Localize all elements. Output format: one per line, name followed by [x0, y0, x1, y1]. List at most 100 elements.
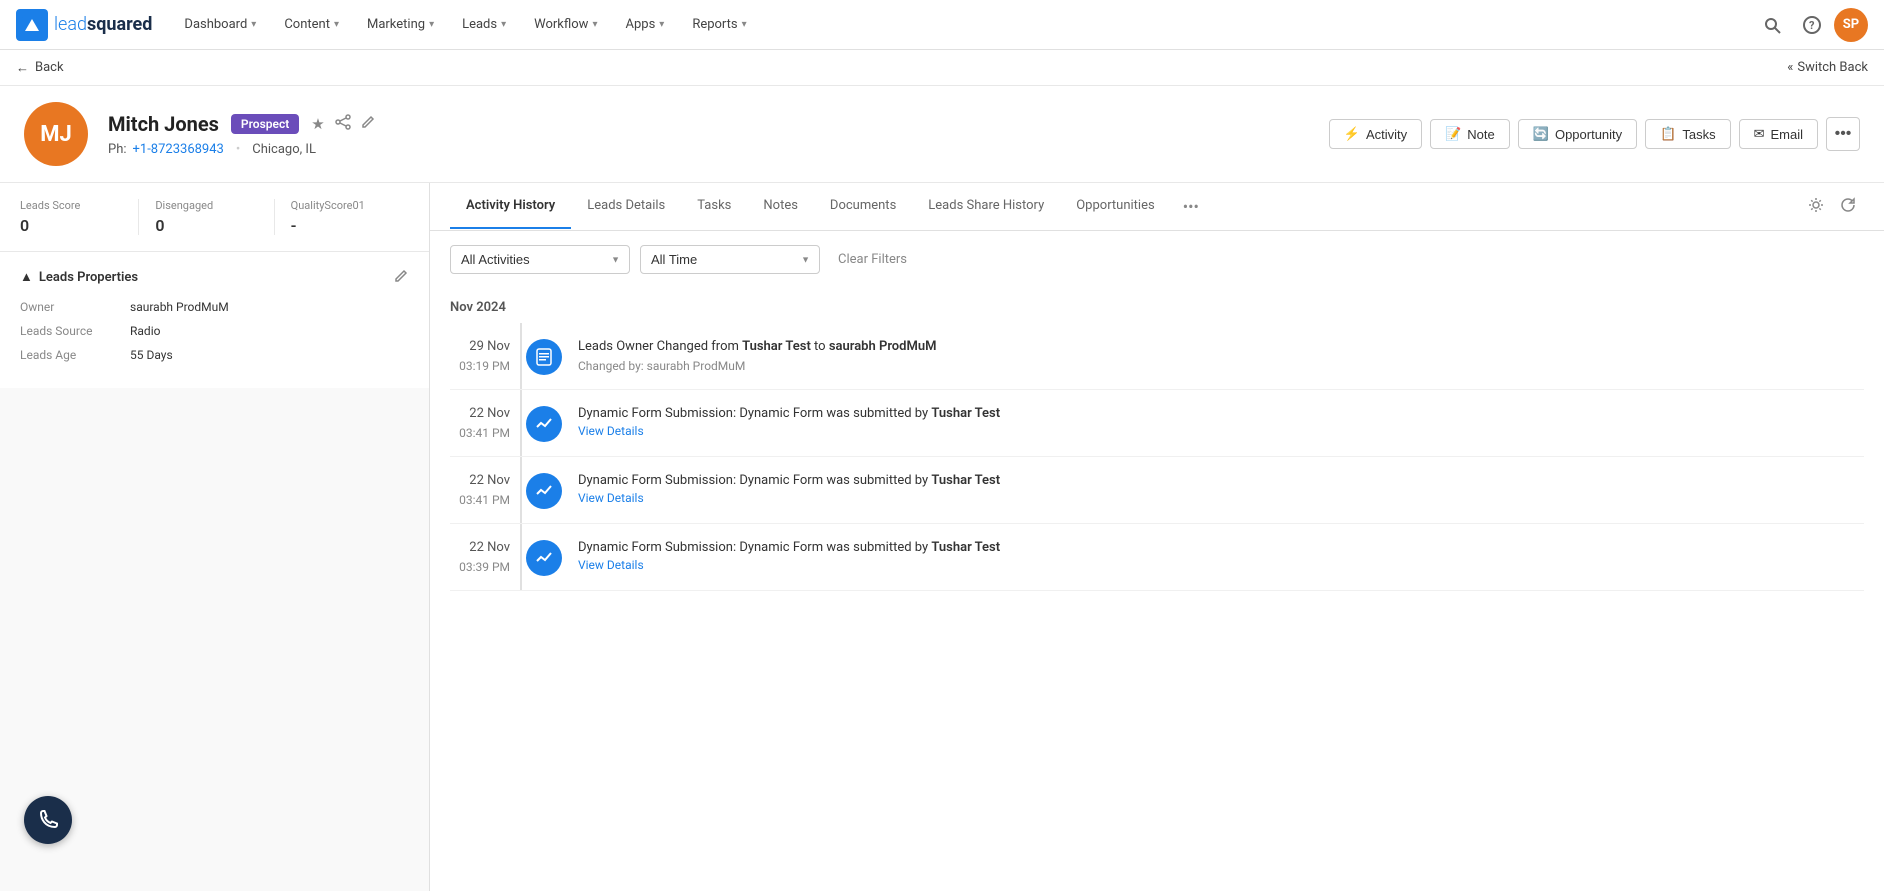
activity-icon-1 [526, 339, 562, 375]
tab-opportunities[interactable]: Opportunities [1060, 184, 1170, 229]
quality-label: QualityScore01 [291, 199, 393, 212]
tabs-bar: Activity History Leads Details Tasks Not… [430, 183, 1884, 231]
properties-title: ▲ Leads Properties [20, 269, 138, 285]
switch-back-label: Switch Back [1797, 60, 1868, 75]
tab-notes[interactable]: Notes [747, 184, 814, 229]
activity-item: 22 Nov 03:41 PM Dynamic Form Submission:… [450, 457, 1864, 524]
time-filter[interactable]: All Time Today This Week This Month [640, 245, 820, 274]
nav-apps[interactable]: Apps ▾ [613, 0, 676, 50]
dashboard-caret: ▾ [251, 19, 256, 30]
tab-leads-details[interactable]: Leads Details [571, 184, 681, 229]
profile-phone[interactable]: +1-8723368943 [133, 142, 224, 157]
activity-date-3: 22 Nov 03:41 PM [450, 471, 510, 509]
separator: • [236, 142, 240, 157]
content-caret: ▾ [334, 19, 339, 30]
email-btn-icon: ✉ [1754, 126, 1765, 142]
filters-bar: All Activities Lead Owner Changed Form S… [430, 231, 1884, 288]
activity-content-3: Dynamic Form Submission: Dynamic Form wa… [578, 471, 1864, 506]
profile-name: Mitch Jones [108, 112, 219, 136]
marketing-caret: ▾ [429, 19, 434, 30]
leads-caret: ▾ [501, 19, 506, 30]
score-leads: Leads Score 0 [20, 199, 139, 235]
main-layout: Leads Score 0 Disengaged 0 QualityScore0… [0, 183, 1884, 891]
owner-value: saurabh ProdMuM [130, 300, 229, 314]
switch-back-button[interactable]: « Switch Back [1787, 60, 1868, 75]
prospect-badge: Prospect [231, 114, 299, 134]
apps-caret: ▾ [659, 19, 664, 30]
nav-workflow[interactable]: Workflow ▾ [522, 0, 609, 50]
settings-icon[interactable] [1804, 193, 1828, 221]
back-button[interactable]: ← Back [16, 60, 64, 76]
tab-leads-share-history[interactable]: Leads Share History [912, 184, 1060, 229]
star-icon[interactable]: ★ [311, 115, 324, 133]
owner-label: Owner [20, 300, 130, 314]
tab-documents[interactable]: Documents [814, 184, 912, 229]
opportunity-button[interactable]: 🔄 Opportunity [1518, 119, 1637, 149]
logo-icon [16, 9, 48, 41]
note-button[interactable]: 📝 Note [1430, 119, 1510, 149]
logo-text: leadsquared [54, 14, 152, 35]
clear-filters-button[interactable]: Clear Filters [830, 248, 915, 271]
view-details-link-2[interactable]: View Details [578, 424, 644, 438]
activity-date-2: 22 Nov 03:41 PM [450, 404, 510, 442]
activity-content-4: Dynamic Form Submission: Dynamic Form wa… [578, 538, 1864, 573]
source-label: Leads Source [20, 324, 130, 338]
view-details-link-3[interactable]: View Details [578, 491, 644, 505]
activity-filter[interactable]: All Activities Lead Owner Changed Form S… [450, 245, 630, 274]
score-quality: QualityScore01 - [291, 199, 409, 235]
help-icon-btn[interactable]: ? [1794, 7, 1830, 43]
properties-header: ▲ Leads Properties [20, 268, 409, 286]
age-value: 55 Days [130, 348, 173, 362]
collapse-icon[interactable]: ▲ [20, 269, 33, 285]
logo[interactable]: leadsquared [16, 9, 152, 41]
age-label: Leads Age [20, 348, 130, 362]
activity-button[interactable]: ⚡ Activity [1329, 119, 1422, 149]
quality-value: - [291, 216, 393, 235]
leads-score-label: Leads Score [20, 199, 122, 212]
switch-back-arrows-icon: « [1787, 60, 1793, 75]
property-source: Leads Source Radio [20, 324, 409, 338]
tab-actions [1800, 193, 1864, 221]
activity-subtitle-1: Changed by: saurabh ProdMuM [578, 359, 1864, 373]
nav-dashboard[interactable]: Dashboard ▾ [172, 0, 268, 50]
profile-header: MJ Mitch Jones Prospect ★ [0, 86, 1884, 183]
tab-tasks[interactable]: Tasks [681, 184, 747, 229]
workflow-caret: ▾ [592, 19, 597, 30]
phone-fab[interactable] [24, 796, 72, 844]
disengaged-value: 0 [155, 216, 257, 235]
property-age: Leads Age 55 Days [20, 348, 409, 362]
activity-item: 22 Nov 03:41 PM Dynamic Form Submission:… [450, 390, 1864, 457]
search-icon-btn[interactable] [1754, 7, 1790, 43]
back-arrow-icon: ← [16, 60, 29, 76]
view-details-link-4[interactable]: View Details [578, 558, 644, 572]
tasks-button[interactable]: 📋 Tasks [1645, 119, 1730, 149]
disengaged-label: Disengaged [155, 199, 257, 212]
tabs-more-button[interactable]: ••• [1179, 183, 1203, 230]
properties-edit-icon[interactable] [395, 268, 409, 286]
activity-title-2: Dynamic Form Submission: Dynamic Form wa… [578, 404, 1864, 424]
edit-icon[interactable] [361, 114, 376, 133]
activity-title-1: Leads Owner Changed from Tushar Test to … [578, 337, 1864, 357]
tasks-btn-icon: 📋 [1660, 126, 1676, 142]
action-buttons: ⚡ Activity 📝 Note 🔄 Opportunity 📋 Tasks … [1329, 117, 1860, 151]
property-owner: Owner saurabh ProdMuM [20, 300, 409, 314]
tab-activity-history[interactable]: Activity History [450, 184, 571, 229]
activity-content-1: Leads Owner Changed from Tushar Test to … [578, 337, 1864, 373]
score-disengaged: Disengaged 0 [155, 199, 274, 235]
leads-properties: ▲ Leads Properties Owner saurabh ProdMuM… [0, 252, 429, 388]
phone-label: Ph: [108, 142, 127, 157]
profile-avatar: MJ [24, 102, 88, 166]
source-value: Radio [130, 324, 160, 338]
nav-leads[interactable]: Leads ▾ [450, 0, 518, 50]
scores-row: Leads Score 0 Disengaged 0 QualityScore0… [0, 183, 429, 252]
nav-marketing[interactable]: Marketing ▾ [355, 0, 446, 50]
profile-info: Mitch Jones Prospect ★ Ph: +1-8 [108, 112, 1309, 157]
user-avatar[interactable]: SP [1834, 8, 1868, 42]
nav-reports[interactable]: Reports ▾ [680, 0, 758, 50]
share-icon[interactable] [335, 114, 351, 134]
nav-content[interactable]: Content ▾ [272, 0, 351, 50]
email-button[interactable]: ✉ Email [1739, 119, 1818, 149]
more-actions-button[interactable]: ••• [1826, 117, 1860, 151]
leads-score-value: 0 [20, 216, 122, 235]
refresh-icon[interactable] [1836, 193, 1860, 221]
